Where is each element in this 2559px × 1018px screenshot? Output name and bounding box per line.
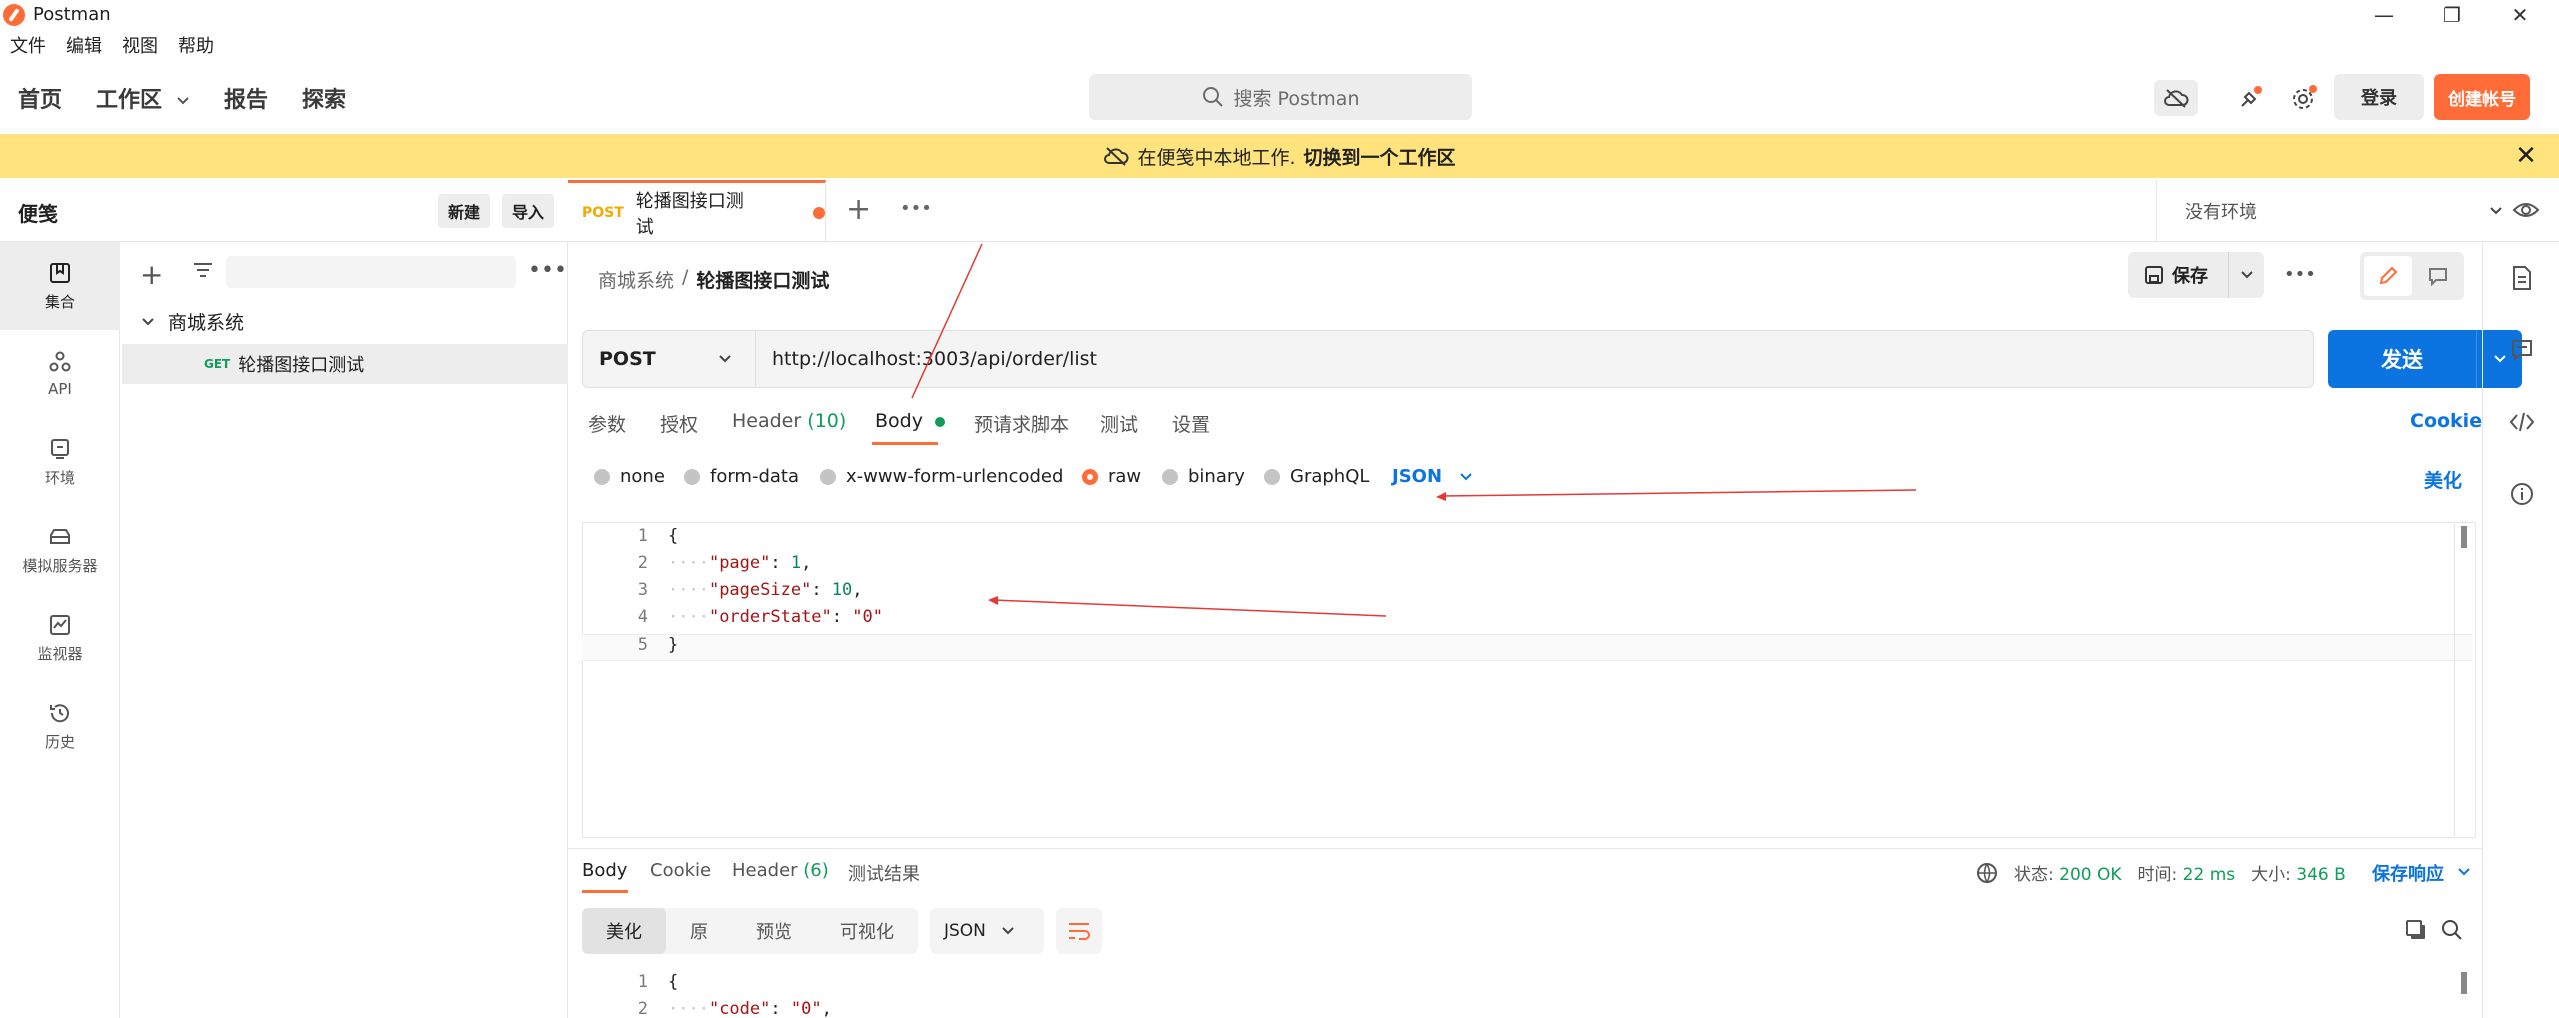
save-response-button[interactable]: 保存响应: [2372, 860, 2472, 886]
chevron-down-icon: [2458, 868, 2470, 876]
response-tab-headers[interactable]: Header (6): [732, 860, 829, 881]
size-value[interactable]: 346 B: [2296, 865, 2346, 885]
view-raw[interactable]: 原: [666, 908, 732, 954]
response-headers-label: Header: [732, 860, 798, 881]
line-number: 1: [637, 972, 648, 992]
line-number: 2: [637, 999, 648, 1018]
response-tab-test-results[interactable]: 测试结果: [848, 860, 920, 886]
response-format-value: JSON: [944, 921, 986, 941]
time-item: 时间: 22 ms: [2138, 860, 2236, 885]
code-text: {: [668, 972, 679, 992]
wrap-lines-icon[interactable]: [1056, 908, 1102, 954]
search-response-icon[interactable]: [2440, 918, 2464, 947]
code-snippet-icon[interactable]: [2508, 408, 2536, 436]
status-value[interactable]: 200 OK: [2059, 865, 2121, 885]
view-preview[interactable]: 预览: [732, 908, 816, 954]
response-code-line: 1 {: [582, 972, 2472, 999]
view-visualize[interactable]: 可视化: [816, 908, 918, 954]
response-tab-cookie[interactable]: Cookie: [650, 860, 711, 881]
response-format-select[interactable]: JSON: [930, 908, 1044, 954]
time-label: 时间:: [2137, 865, 2178, 885]
info-icon[interactable]: [2508, 480, 2536, 508]
json-key: "code": [708, 999, 771, 1018]
response-meta: 状态: 200 OK 时间: 22 ms 大小: 346 B: [1976, 860, 2346, 885]
response-code-line: 2 ····"code": "0",: [582, 999, 2472, 1018]
comments-icon[interactable]: [2508, 336, 2536, 364]
globe-icon[interactable]: [1976, 862, 1998, 884]
size-label: 大小:: [2251, 865, 2291, 885]
code-text: ····"code": "0",: [668, 999, 832, 1018]
response-view-group: 美化 原 预览 可视化: [582, 908, 918, 954]
response-scrollbar-thumb[interactable]: [2461, 972, 2467, 994]
view-pretty[interactable]: 美化: [582, 908, 666, 954]
chevron-down-icon: [1002, 927, 1014, 935]
documentation-icon[interactable]: [2508, 264, 2536, 292]
json-value: "0": [790, 999, 822, 1018]
size-item: 大小: 346 B: [2251, 860, 2346, 885]
status-item: 状态: 200 OK: [2014, 860, 2122, 885]
indent-guide: ····: [668, 999, 709, 1018]
response-tab-body[interactable]: Body: [582, 860, 627, 881]
save-response-label: 保存响应: [2372, 864, 2444, 885]
active-tab-indicator: [582, 890, 628, 893]
time-value[interactable]: 22 ms: [2183, 865, 2235, 885]
response-headers-count: (6): [803, 860, 829, 881]
copy-icon[interactable]: [2404, 918, 2428, 947]
response-divider[interactable]: [568, 848, 2482, 849]
status-label: 状态:: [2014, 865, 2054, 885]
